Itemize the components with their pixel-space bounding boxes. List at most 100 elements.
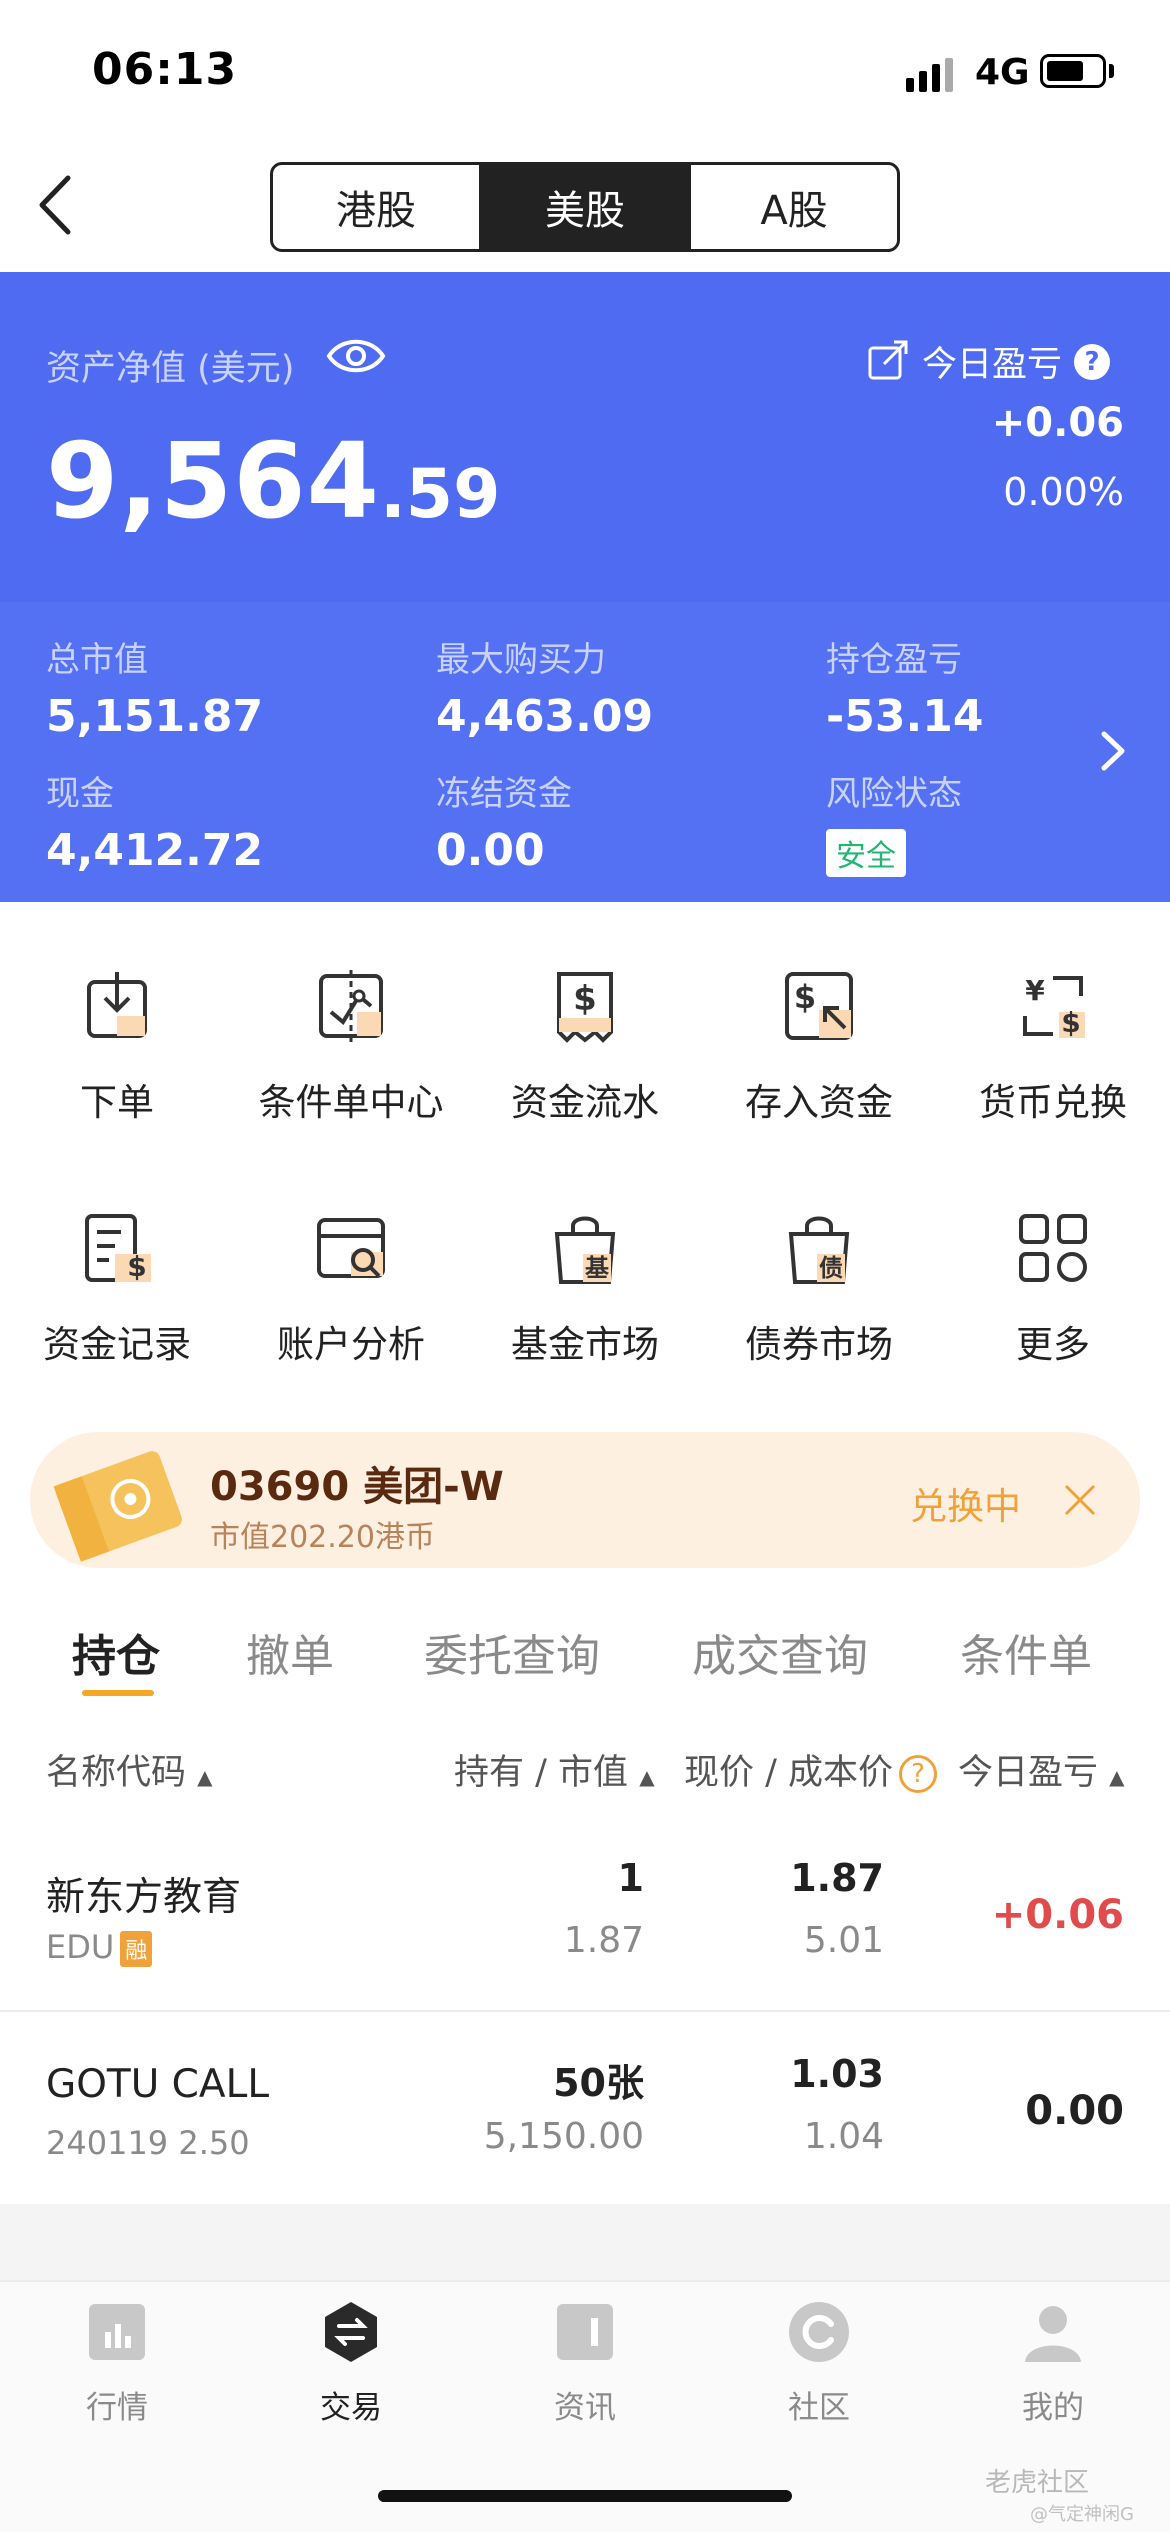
- position-cost: 5.01: [803, 1920, 884, 1961]
- nav-news[interactable]: 资讯: [468, 2300, 702, 2427]
- fund-market-icon: 基: [554, 1216, 616, 1284]
- edit-icon[interactable]: [866, 340, 910, 384]
- stat-label: 最大购买力: [436, 640, 606, 680]
- grid-label: 基金市场: [511, 1323, 659, 1366]
- tab-trade-query[interactable]: 成交查询: [692, 1620, 868, 1684]
- chevron-right-icon[interactable]: [1096, 728, 1130, 774]
- condition-order-icon: [319, 970, 383, 1042]
- grid-condition-center[interactable]: 条件单中心: [234, 966, 468, 1126]
- stat-label: 持仓盈亏: [826, 640, 962, 680]
- nav-community[interactable]: 社区: [702, 2300, 936, 2427]
- segment-hk[interactable]: 港股: [273, 165, 479, 249]
- money-receipt-icon: $: [557, 972, 613, 1043]
- grid-deposit[interactable]: $ 存入资金: [702, 966, 936, 1126]
- position-name: 新东方教育: [46, 1875, 242, 1920]
- status-bar: 06:13 4G: [0, 0, 1170, 150]
- community-icon: [789, 2302, 849, 2362]
- nav-label: 我的: [1022, 2390, 1084, 2426]
- stat-label: 冻结资金: [436, 774, 572, 814]
- table-row[interactable]: GOTU CALL 240119 2.50 50张 5,150.00 1.03 …: [0, 2012, 1170, 2207]
- nav-trade[interactable]: 交易: [234, 2300, 468, 2427]
- trade-swap-icon: [325, 2302, 377, 2362]
- tab-condition-orders[interactable]: 条件单: [960, 1620, 1092, 1684]
- header-today-pnl[interactable]: 今日盈亏 ▲: [958, 1744, 1125, 1795]
- grid-currency-exchange[interactable]: ¥ $ 货币兑换: [936, 966, 1170, 1126]
- stat-label: 总市值: [46, 640, 148, 680]
- nav-label: 社区: [788, 2390, 850, 2426]
- stat-value: 0.00: [436, 825, 545, 876]
- position-cost: 1.04: [803, 2116, 884, 2157]
- position-code: 240119 2.50: [46, 2124, 250, 2162]
- list-bottom-spacer: [0, 2204, 1170, 2280]
- svg-text:$: $: [127, 1250, 146, 1283]
- eye-icon[interactable]: [326, 334, 386, 378]
- currency-exchange-icon: ¥ $: [1023, 974, 1085, 1039]
- tab-positions[interactable]: 持仓: [72, 1620, 160, 1684]
- help-icon[interactable]: ?: [1074, 343, 1111, 380]
- banner-status[interactable]: 兑换中: [910, 1476, 1021, 1530]
- position-today-pnl: 0.00: [1025, 2088, 1124, 2134]
- chart-bars-icon: [89, 2304, 145, 2360]
- help-icon[interactable]: ?: [899, 1755, 938, 1793]
- download-tray-icon: [87, 972, 147, 1038]
- grid-account-analysis[interactable]: 账户分析: [234, 1208, 468, 1368]
- banner-title: 03690 美团-W: [210, 1464, 504, 1510]
- position-name: GOTU CALL: [46, 2062, 270, 2107]
- stat-value: 5,151.87: [46, 691, 264, 742]
- nav-market[interactable]: 行情: [0, 2300, 234, 2427]
- grid-more[interactable]: 更多: [936, 1208, 1170, 1368]
- grid-fund-record[interactable]: $ 资金记录: [0, 1208, 234, 1368]
- grid-label: 账户分析: [277, 1323, 425, 1366]
- position-today-pnl: +0.06: [991, 1892, 1124, 1938]
- more-grid-icon: [1019, 1214, 1087, 1282]
- stat-total-market: 总市值 5,151.87: [46, 632, 263, 742]
- grid-label: 货币兑换: [979, 1081, 1127, 1124]
- deposit-icon: $: [785, 972, 853, 1040]
- grid-label: 条件单中心: [258, 1081, 444, 1124]
- user-icon: [1025, 2306, 1081, 2362]
- stat-risk: 风险状态 安全: [826, 766, 962, 877]
- net-asset-label: 资产净值 (美元): [46, 349, 295, 389]
- battery-icon: [1040, 54, 1106, 88]
- stat-value: 4,463.09: [436, 691, 654, 742]
- nav-profile[interactable]: 我的: [936, 2300, 1170, 2427]
- grid-fund-market[interactable]: 基 基金市场: [468, 1208, 702, 1368]
- stat-buying-power: 最大购买力 4,463.09: [436, 632, 653, 742]
- back-chevron-icon[interactable]: [30, 170, 80, 240]
- stat-value: 4,412.72: [46, 825, 264, 876]
- svg-text:$: $: [794, 978, 816, 1016]
- stat-label: 风险状态: [826, 774, 962, 814]
- grid-bond-market[interactable]: 债 债券市场: [702, 1208, 936, 1368]
- grid-fund-flow[interactable]: $ 资金流水: [468, 966, 702, 1126]
- ticket-icon: [53, 1451, 182, 1562]
- position-market-value: 5,150.00: [483, 2116, 644, 2157]
- header-name-code[interactable]: 名称代码 ▲: [46, 1744, 213, 1795]
- header-holding-value[interactable]: 持有 / 市值 ▲: [454, 1744, 655, 1795]
- home-indicator: [378, 2490, 792, 2502]
- stat-frozen: 冻结资金 0.00: [436, 766, 572, 876]
- svg-text:¥: ¥: [1025, 974, 1045, 1007]
- close-icon[interactable]: [1060, 1480, 1100, 1520]
- svg-text:$: $: [573, 979, 597, 1019]
- network-type: 4G: [975, 52, 1030, 93]
- today-pnl-header[interactable]: 今日盈亏 ?: [866, 336, 1111, 387]
- segment-us[interactable]: 美股: [479, 165, 688, 249]
- header-price-cost[interactable]: 现价 / 成本价?: [684, 1744, 938, 1795]
- grid-label: 债券市场: [745, 1323, 893, 1366]
- grid-label: 更多: [1016, 1323, 1090, 1366]
- tab-order-query[interactable]: 委托查询: [424, 1620, 600, 1684]
- stat-label: 现金: [46, 774, 114, 814]
- position-price: 1.03: [790, 2052, 884, 2096]
- tab-cancel[interactable]: 撤单: [246, 1620, 334, 1684]
- grid-place-order[interactable]: 下单: [0, 966, 234, 1126]
- segment-a-share[interactable]: A股: [688, 165, 897, 249]
- nav-label: 行情: [86, 2390, 148, 2426]
- nav-label: 交易: [320, 2390, 382, 2426]
- stat-cash: 现金 4,412.72: [46, 766, 263, 876]
- exchange-banner[interactable]: 03690 美团-W 市值202.20港币 兑换中: [30, 1432, 1140, 1568]
- table-row[interactable]: 新东方教育 EDU 融 1 1.87 1.87 5.01 +0.06: [0, 1816, 1170, 2011]
- banner-subtitle: 市值202.20港币: [210, 1520, 435, 1555]
- fund-record-icon: $: [85, 1214, 151, 1283]
- net-asset-decimal: .59: [379, 455, 501, 534]
- today-pnl-title: 今日盈亏: [922, 345, 1063, 385]
